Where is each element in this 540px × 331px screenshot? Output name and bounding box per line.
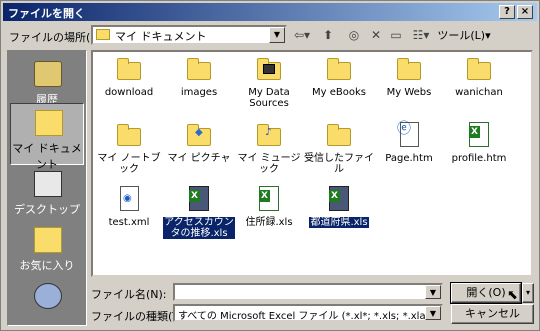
file-item-my-music[interactable]: ♪ マイ ミュージック xyxy=(233,122,305,175)
file-name: My eBooks xyxy=(312,87,366,98)
file-name: images xyxy=(180,87,218,98)
dropdown-arrow-icon[interactable]: ▼ xyxy=(425,285,441,299)
place-my-documents[interactable]: マイ ドキュメント xyxy=(10,103,84,171)
folder-icon xyxy=(325,122,353,148)
location-value: マイ ドキュメント xyxy=(115,30,207,43)
favorites-icon xyxy=(34,227,62,253)
title-bar: ファイルを開く ? × xyxy=(3,3,537,21)
place-label: デスクトップ xyxy=(14,203,80,216)
folder-icon xyxy=(395,56,423,82)
folder-icon xyxy=(115,56,143,82)
location-dropdown[interactable]: マイ ドキュメント ▼ xyxy=(91,25,287,45)
file-name: 受信したファイル xyxy=(304,153,374,175)
back-icon[interactable]: ⇦▾ xyxy=(293,26,311,44)
file-item-prefectures-xls[interactable]: 都道府県.xls xyxy=(303,186,375,229)
folder-icon xyxy=(465,56,493,82)
file-name: アクセスカウンタの推移.xls xyxy=(162,216,236,240)
file-name: マイ ノートブック xyxy=(97,153,161,175)
place-network[interactable] xyxy=(10,277,84,323)
file-name: Page.htm xyxy=(385,153,433,164)
tools-menu-label: ツール(L) xyxy=(437,29,486,42)
new-folder-icon[interactable]: ▭ xyxy=(387,26,405,44)
xml-file-icon: ◉ xyxy=(115,186,143,212)
file-name: マイ ミュージック xyxy=(237,153,301,175)
window-title: ファイルを開く xyxy=(8,7,85,20)
places-bar: 履歴 マイ ドキュメント デスクトップ お気に入り xyxy=(7,50,87,326)
cancel-button[interactable]: キャンセル xyxy=(451,304,534,324)
file-name: マイ ピクチャ xyxy=(167,153,231,164)
file-name: download xyxy=(104,87,154,98)
open-file-dialog: ファイルを開く ? × ファイルの場所(I): マイ ドキュメント ▼ ⇦▾ ⬆… xyxy=(0,0,540,331)
help-button[interactable]: ? xyxy=(499,5,515,19)
views-icon[interactable]: ☷▾ xyxy=(409,26,433,44)
mouse-cursor-icon: ⬉ xyxy=(507,288,518,303)
up-folder-icon[interactable]: ⬆ xyxy=(319,26,337,44)
cancel-button-label: キャンセル xyxy=(465,307,520,320)
open-options-arrow-icon[interactable]: ▾ xyxy=(522,283,534,303)
dropdown-arrow-icon: ▼ xyxy=(269,27,285,43)
filetype-dropdown[interactable]: すべての Microsoft Excel ファイル (*.xl*; *.xls;… xyxy=(173,304,443,322)
music-folder-icon: ♪ xyxy=(255,122,283,148)
file-name: profile.htm xyxy=(451,153,507,164)
file-item-my-notebook[interactable]: マイ ノートブック xyxy=(93,122,165,175)
delete-icon[interactable]: ✕ xyxy=(367,26,385,44)
file-item-received-files[interactable]: 受信したファイル xyxy=(303,122,375,175)
folder-icon xyxy=(115,122,143,148)
file-item-my-pictures[interactable]: ◆ マイ ピクチャ xyxy=(163,122,235,164)
folder-icon xyxy=(325,56,353,82)
file-item-wanichan[interactable]: wanichan xyxy=(443,56,515,98)
excel-file-icon xyxy=(325,186,353,212)
file-name: wanichan xyxy=(455,87,503,98)
file-name: My Data Sources xyxy=(248,87,290,109)
my-documents-icon xyxy=(35,110,63,136)
pictures-folder-icon: ◆ xyxy=(185,122,213,148)
desktop-icon xyxy=(34,171,62,197)
file-list[interactable]: download images My Data Sources My eBook… xyxy=(91,50,533,277)
file-name: 都道府県.xls xyxy=(308,216,370,229)
place-favorites[interactable]: お気に入り xyxy=(10,221,84,283)
filename-input[interactable]: ▼ xyxy=(173,283,443,301)
file-item-my-ebooks[interactable]: My eBooks xyxy=(303,56,375,98)
excel-file-icon xyxy=(255,186,283,212)
excel-file-icon xyxy=(185,186,213,212)
file-name: 住所録.xls xyxy=(245,217,293,228)
folder-icon xyxy=(185,56,213,82)
data-sources-folder-icon xyxy=(255,56,283,82)
file-item-page-htm[interactable]: ⓔ Page.htm xyxy=(373,122,445,164)
network-icon xyxy=(34,283,62,309)
tools-menu[interactable]: ツール(L) ▾ xyxy=(437,26,491,44)
file-name: My Webs xyxy=(386,87,432,98)
filename-label: ファイル名(N): xyxy=(91,288,167,301)
file-item-profile-htm[interactable]: profile.htm xyxy=(443,122,515,164)
excel-html-file-icon xyxy=(465,122,493,148)
location-label: ファイルの場所(I): xyxy=(9,31,102,44)
file-item-address-book-xls[interactable]: 住所録.xls xyxy=(233,186,305,228)
filetype-value: すべての Microsoft Excel ファイル (*.xl*; *.xls;… xyxy=(178,311,443,322)
search-web-icon[interactable]: ◎ xyxy=(345,26,363,44)
file-item-images[interactable]: images xyxy=(163,56,235,98)
file-item-my-data-sources[interactable]: My Data Sources xyxy=(233,56,305,109)
file-item-test-xml[interactable]: ◉ test.xml xyxy=(93,186,165,228)
dropdown-arrow-icon: ▼ xyxy=(425,306,441,320)
html-file-icon: ⓔ xyxy=(395,122,423,148)
file-item-access-counter-xls[interactable]: アクセスカウンタの推移.xls xyxy=(162,186,236,240)
file-item-download[interactable]: download xyxy=(93,56,165,98)
file-name: test.xml xyxy=(108,217,150,228)
place-desktop[interactable]: デスクトップ xyxy=(10,165,84,227)
close-button[interactable]: × xyxy=(517,5,533,19)
place-label: お気に入り xyxy=(19,259,75,272)
my-documents-small-icon xyxy=(96,29,110,40)
history-icon xyxy=(34,61,62,87)
file-item-my-webs[interactable]: My Webs xyxy=(373,56,445,98)
open-button-label: 開く(O) xyxy=(466,286,506,299)
